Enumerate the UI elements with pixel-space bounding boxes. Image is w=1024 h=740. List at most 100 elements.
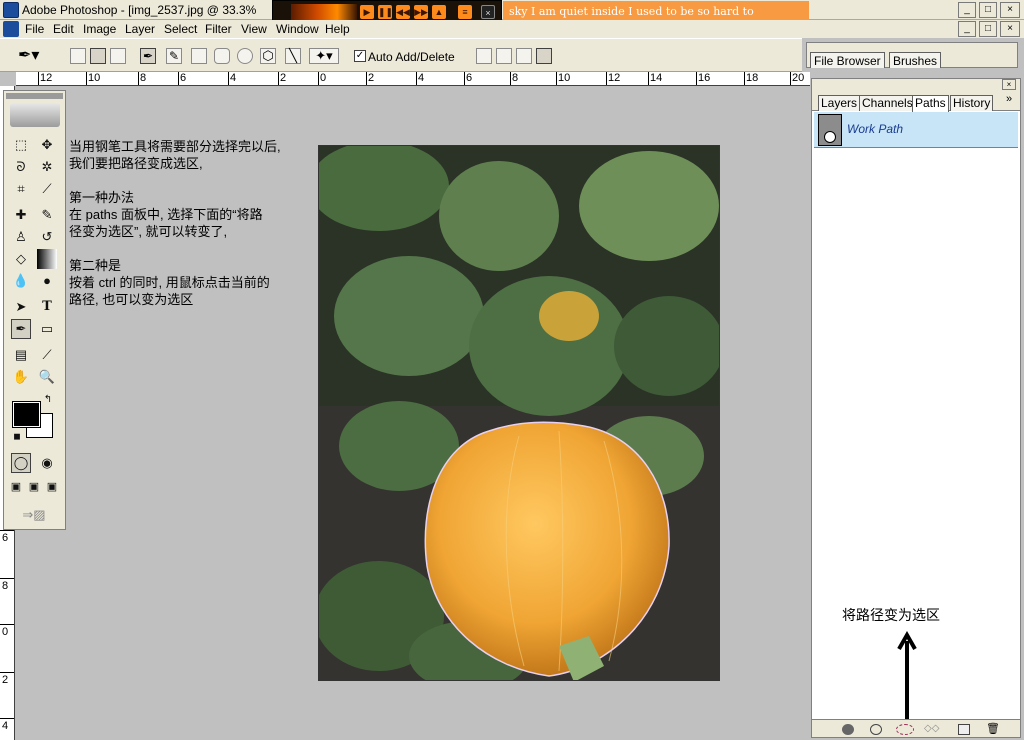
ruler-label: 12 — [608, 72, 621, 84]
media-player-widget[interactable]: ▶ ❚❚ ◀◀ ▶▶ ▲ ≡ × — [272, 0, 502, 22]
shape-layers-icon[interactable] — [70, 48, 86, 64]
tab-file-browser[interactable]: File Browser — [810, 52, 885, 68]
standard-mode-icon[interactable]: ◯ — [11, 453, 31, 473]
notes-tool-icon[interactable]: ▤ — [11, 345, 31, 365]
pen-tool-preset-icon[interactable]: ✒▾ — [18, 48, 46, 64]
auto-add-delete-checkbox[interactable]: ✓ — [354, 50, 366, 62]
line-tool-icon[interactable]: ╲ — [285, 48, 301, 64]
make-work-path-icon[interactable]: ◇◇ — [924, 724, 942, 735]
standard-screen-mode-icon[interactable]: ▣ — [8, 479, 24, 495]
freeform-pen-icon[interactable]: ✎ — [166, 48, 182, 64]
doc-restore-button[interactable]: □ — [979, 21, 997, 37]
blur-tool-icon[interactable]: 💧 — [11, 271, 31, 291]
marquee-tool-icon[interactable]: ⬚ — [11, 135, 31, 155]
tab-layers[interactable]: Layers — [818, 95, 861, 111]
menu-select[interactable]: Select — [164, 22, 197, 36]
polygon-tool-icon[interactable]: ⬡ — [260, 48, 276, 64]
rectangle-tool-icon[interactable] — [191, 48, 207, 64]
full-screen-menu-mode-icon[interactable]: ▣ — [26, 479, 42, 495]
maximize-button[interactable]: □ — [979, 2, 997, 18]
palette-menu-icon[interactable]: » — [1006, 93, 1012, 105]
stroke-path-icon[interactable] — [870, 724, 882, 735]
instruction-line: 按着 ctrl 的同时, 用鼠标点击当前的 — [69, 275, 270, 290]
menu-image[interactable]: Image — [83, 22, 116, 36]
player-close-icon[interactable]: × — [481, 5, 495, 19]
play-icon[interactable]: ▶ — [360, 5, 374, 19]
path-selection-icon[interactable]: ➤ — [11, 297, 31, 317]
pen-tool-icon[interactable]: ✒ — [140, 48, 156, 64]
clone-stamp-icon[interactable]: ♙ — [11, 227, 31, 247]
menu-help[interactable]: Help — [325, 22, 350, 36]
tab-paths[interactable]: Paths — [912, 95, 949, 112]
paths-mode-icon[interactable] — [90, 48, 106, 64]
menu-edit[interactable]: Edit — [53, 22, 74, 36]
default-colors-icon[interactable]: ◼ — [11, 430, 23, 442]
lasso-tool-icon[interactable]: ᘐ — [11, 157, 31, 177]
menu-window[interactable]: Window — [276, 22, 319, 36]
doc-close-button[interactable]: × — [1000, 21, 1020, 37]
tab-channels[interactable]: Channels — [859, 95, 916, 111]
add-to-path-area-icon[interactable] — [476, 48, 492, 64]
custom-shape-icon[interactable]: ✦▾ — [309, 48, 339, 64]
move-tool-icon[interactable]: ✥ — [37, 135, 57, 155]
dodge-tool-icon[interactable]: ● — [37, 271, 57, 291]
menu-layer[interactable]: Layer — [125, 22, 155, 36]
ruler-label: 8 — [2, 580, 9, 592]
zoom-tool-icon[interactable]: 🔍 — [37, 367, 57, 387]
fill-pixels-icon[interactable] — [110, 48, 126, 64]
crop-tool-icon[interactable]: ⌗ — [11, 179, 31, 199]
menu-file[interactable]: File — [25, 22, 44, 36]
foreground-color-swatch[interactable] — [12, 401, 41, 428]
title-bar: Adobe Photoshop - [img_2537.jpg @ 33.3% … — [0, 0, 1024, 22]
toolbox-drag-handle[interactable] — [6, 93, 63, 99]
ruler-label: 0 — [2, 626, 9, 638]
pause-icon[interactable]: ❚❚ — [378, 5, 393, 19]
doc-minimize-button[interactable]: _ — [958, 21, 976, 37]
swap-colors-icon[interactable]: ↰ — [42, 394, 54, 406]
load-path-as-selection-icon[interactable] — [896, 724, 914, 735]
intersect-path-areas-icon[interactable] — [516, 48, 532, 64]
instruction-line: 在 paths 面板中, 选择下面的“将路 — [69, 207, 263, 222]
palette-title-bar[interactable]: × — [812, 79, 1020, 91]
full-screen-mode-icon[interactable]: ▣ — [44, 479, 60, 495]
menu-icon[interactable]: ≡ — [458, 5, 472, 19]
gradient-tool-icon[interactable] — [37, 249, 57, 269]
subtract-from-path-area-icon[interactable] — [496, 48, 512, 64]
history-brush-icon[interactable]: ↺ — [37, 227, 57, 247]
pen-tool-icon[interactable]: ✒ — [11, 319, 31, 339]
photoshop-app-icon[interactable] — [3, 2, 19, 18]
brush-tool-icon[interactable]: ✎ — [37, 205, 57, 225]
hand-tool-icon[interactable]: ✋ — [11, 367, 31, 387]
tab-history[interactable]: History — [950, 95, 994, 111]
eject-icon[interactable]: ▲ — [432, 5, 446, 19]
next-track-icon[interactable]: ▶▶ — [414, 5, 428, 19]
ruler-label: 2 — [280, 72, 287, 84]
slice-tool-icon[interactable]: ⟋ — [37, 179, 57, 199]
palette-close-icon[interactable]: × — [1002, 79, 1016, 90]
delete-path-icon[interactable]: 🗑 — [986, 724, 1000, 735]
exclude-overlapping-icon[interactable] — [536, 48, 552, 64]
eraser-tool-icon[interactable]: ◇ — [11, 249, 31, 269]
document-image[interactable] — [318, 145, 720, 681]
new-path-icon[interactable] — [958, 724, 970, 735]
rounded-rectangle-icon[interactable] — [214, 48, 230, 64]
shape-tool-icon[interactable]: ▭ — [37, 319, 57, 339]
eyedropper-icon[interactable]: ⟋ — [37, 345, 57, 365]
type-tool-icon[interactable]: T — [37, 297, 57, 317]
tab-brushes[interactable]: Brushes — [889, 52, 942, 68]
close-button[interactable]: × — [1000, 2, 1020, 18]
previous-track-icon[interactable]: ◀◀ — [396, 5, 410, 19]
document-icon[interactable] — [3, 21, 19, 37]
fill-path-icon[interactable] — [842, 724, 854, 735]
path-list-item[interactable]: Work Path — [814, 112, 1018, 148]
magic-wand-icon[interactable]: ✲ — [37, 157, 57, 177]
jump-to-imageready-icon[interactable]: ⇒▨ — [11, 505, 57, 525]
equalizer-visual — [291, 4, 357, 20]
quick-mask-mode-icon[interactable]: ◉ — [37, 453, 57, 473]
menu-view[interactable]: View — [241, 22, 267, 36]
menu-filter[interactable]: Filter — [205, 22, 232, 36]
healing-brush-icon[interactable]: ✚ — [11, 205, 31, 225]
ellipse-tool-icon[interactable] — [237, 48, 253, 64]
photoshop-eye-logo[interactable] — [10, 103, 60, 127]
minimize-button[interactable]: _ — [958, 2, 976, 18]
